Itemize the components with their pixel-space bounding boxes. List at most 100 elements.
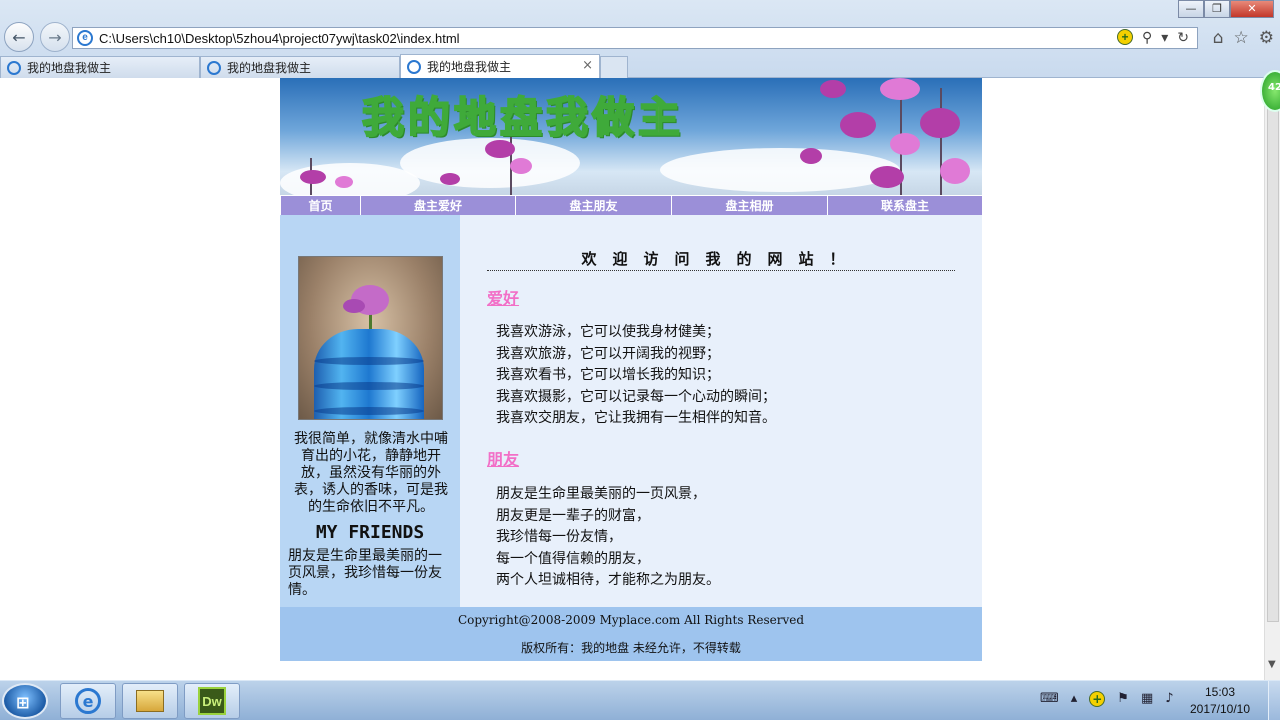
taskbar-dreamweaver[interactable]: Dw — [184, 683, 240, 719]
ie-page-icon — [7, 60, 21, 75]
hobby-title: 爱好 — [487, 289, 520, 308]
hobby-list: 我喜欢游泳，它可以使我身材健美； 我喜欢旅游，它可以开阔我的视野； 我喜欢看书，… — [496, 322, 776, 430]
flower-stem — [940, 88, 942, 195]
scrollbar-thumb[interactable] — [1267, 82, 1279, 622]
flower — [940, 158, 970, 184]
window-controls: — ❐ ✕ — [1178, 0, 1274, 18]
tab-title: 我的地盘我做主 — [27, 61, 112, 75]
list-item: 两个人坦诚相待，才能称之为朋友。 — [496, 572, 720, 588]
network-icon[interactable]: ▦ — [1141, 691, 1153, 707]
flower-photo — [298, 256, 443, 420]
browser-window: ← → e C:\Users\ch10\Desktop\5zhou4\proje… — [0, 0, 1280, 680]
start-button[interactable]: ⊞ — [2, 683, 48, 719]
tab-title: 我的地盘我做主 — [227, 61, 312, 75]
clock[interactable]: 15:03 2017/10/10 — [1180, 684, 1260, 718]
clock-date: 2017/10/10 — [1189, 702, 1251, 716]
bottle-ring — [314, 382, 424, 390]
scroll-down-icon[interactable]: ▼ — [1268, 659, 1276, 670]
tab-2[interactable]: 我的地盘我做主 — [200, 56, 400, 78]
tab-1[interactable]: 我的地盘我做主 — [0, 56, 200, 78]
list-item: 我喜欢游泳，它可以使我身材健美； — [496, 324, 720, 340]
main-content: 欢迎访问我的网站！ 爱好 我喜欢游泳，它可以使我身材健美； 我喜欢旅游，它可以开… — [460, 215, 982, 607]
flower — [800, 148, 822, 164]
windows-logo-icon: ⊞ — [16, 693, 30, 712]
flower — [880, 78, 920, 100]
taskbar-internet-explorer[interactable]: e — [60, 683, 116, 719]
flower — [300, 170, 326, 184]
taskbar-file-explorer[interactable] — [122, 683, 178, 719]
nav-album[interactable]: 盘主相册 — [671, 195, 827, 215]
tab-close-icon[interactable]: × — [582, 58, 593, 73]
search-icon[interactable]: ⚲ — [1142, 29, 1152, 46]
refresh-icon[interactable]: ↻ — [1177, 29, 1189, 46]
ie-page-icon — [207, 60, 221, 75]
back-button[interactable]: ← — [4, 22, 34, 52]
flower — [440, 173, 460, 185]
favorites-icon[interactable]: ☆ — [1234, 28, 1249, 48]
bottle-ring — [314, 357, 424, 365]
flower — [870, 166, 904, 188]
address-tools: + ⚲ ▾ ↻ — [1116, 29, 1189, 46]
site-nav: 首页 盘主爱好 盘主朋友 盘主相册 联系盘主 — [280, 195, 982, 215]
keyboard-icon[interactable]: ⌨ — [1040, 691, 1059, 707]
maximize-button[interactable]: ❐ — [1204, 0, 1230, 18]
page-viewport: 我的地盘我做主 首页 盘主爱好 盘主朋友 盘主相册 联系盘主 我很简单，就像清水… — [0, 78, 1264, 680]
dreamweaver-icon: Dw — [198, 687, 226, 715]
tab-3-active[interactable]: 我的地盘我做主 × — [400, 54, 600, 78]
volume-icon[interactable]: ♪ — [1165, 691, 1173, 707]
nav-friends[interactable]: 盘主朋友 — [515, 195, 671, 215]
flower — [890, 133, 920, 155]
address-bar[interactable]: e C:\Users\ch10\Desktop\5zhou4\project07… — [72, 27, 1198, 49]
list-item: 朋友是生命里最美丽的一页风景， — [496, 486, 706, 502]
page-icon: e — [77, 30, 93, 46]
bottle-ring — [314, 407, 424, 415]
minimize-button[interactable]: — — [1178, 0, 1204, 18]
taskbar: ⊞ e Dw ⌨ ▴ + ⚑ ▦ ♪ 15:03 2017/10/10 — [0, 680, 1280, 720]
tab-title: 我的地盘我做主 — [427, 60, 512, 74]
nav-hobbies[interactable]: 盘主爱好 — [360, 195, 515, 215]
sidebar: 我很简单，就像清水中哺育出的小花，静静地开放，虽然没有华丽的外表，诱人的香味，可… — [280, 215, 460, 607]
site-footer: Copyright@2008-2009 Myplace.com All Righ… — [280, 607, 982, 661]
sidebar-intro: 我很简单，就像清水中哺育出的小花，静静地开放，虽然没有华丽的外表，诱人的香味，可… — [294, 431, 448, 515]
new-tab-button[interactable] — [600, 56, 628, 78]
clock-time: 15:03 — [1204, 685, 1236, 699]
sidebar-friends-text: 朋友是生命里最美丽的一页风景，我珍惜每一份友情。 — [288, 548, 442, 598]
internet-explorer-icon: e — [75, 688, 101, 714]
forward-button[interactable]: → — [40, 22, 70, 52]
banner-title: 我的地盘我做主 — [361, 92, 685, 143]
close-window-button[interactable]: ✕ — [1230, 0, 1274, 18]
tray-expand-icon[interactable]: ▴ — [1071, 691, 1078, 707]
friends-list: 朋友是生命里最美丽的一页风景， 朋友更是一辈子的财富， 我珍惜每一份友情， 每一… — [496, 484, 720, 592]
friends-title: 朋友 — [487, 450, 520, 469]
nav-contact[interactable]: 联系盘主 — [827, 195, 982, 215]
flag-icon[interactable]: ⚑ — [1117, 691, 1129, 707]
folder-icon — [136, 690, 164, 712]
list-item: 朋友更是一辈子的财富， — [496, 507, 650, 524]
show-desktop-button[interactable] — [1268, 681, 1280, 720]
flower — [840, 112, 876, 138]
nav-home[interactable]: 首页 — [280, 195, 360, 215]
addon-icon[interactable]: + — [1116, 29, 1133, 45]
footer-copyright: Copyright@2008-2009 Myplace.com All Righ… — [457, 613, 805, 627]
flower — [820, 80, 846, 98]
list-item: 我喜欢交朋友，它让我拥有一生相伴的知音。 — [496, 410, 776, 426]
address-text[interactable]: C:\Users\ch10\Desktop\5zhou4\project07yw… — [99, 31, 460, 46]
list-item: 我喜欢摄影，它可以记录每一个心动的瞬间； — [496, 388, 776, 405]
system-tray: ⌨ ▴ + ⚑ ▦ ♪ — [1040, 691, 1174, 707]
home-icon[interactable]: ⌂ — [1213, 28, 1224, 48]
tray-addon-icon[interactable]: + — [1089, 691, 1106, 707]
browser-toolbar: ⌂ ☆ ⚙ — [1213, 28, 1274, 48]
vertical-scrollbar[interactable]: ▼ — [1264, 78, 1280, 680]
list-item: 我喜欢看书，它可以增长我的知识； — [496, 367, 720, 383]
cloud — [660, 148, 900, 192]
sidebar-friends-title: MY FRIENDS — [315, 522, 425, 543]
photo-flower — [343, 299, 365, 313]
list-item: 我珍惜每一份友情， — [496, 529, 622, 545]
tab-bar: 我的地盘我做主 我的地盘我做主 我的地盘我做主 × — [0, 54, 628, 78]
banner: 我的地盘我做主 — [280, 78, 982, 195]
welcome-heading: 欢迎访问我的网站！ — [487, 248, 955, 271]
settings-icon[interactable]: ⚙ — [1259, 28, 1274, 48]
ie-page-icon — [407, 59, 421, 74]
dropdown-icon[interactable]: ▾ — [1161, 29, 1168, 46]
footer-notice: 版权所有：我的地盘 未经允许，不得转载 — [521, 641, 741, 655]
